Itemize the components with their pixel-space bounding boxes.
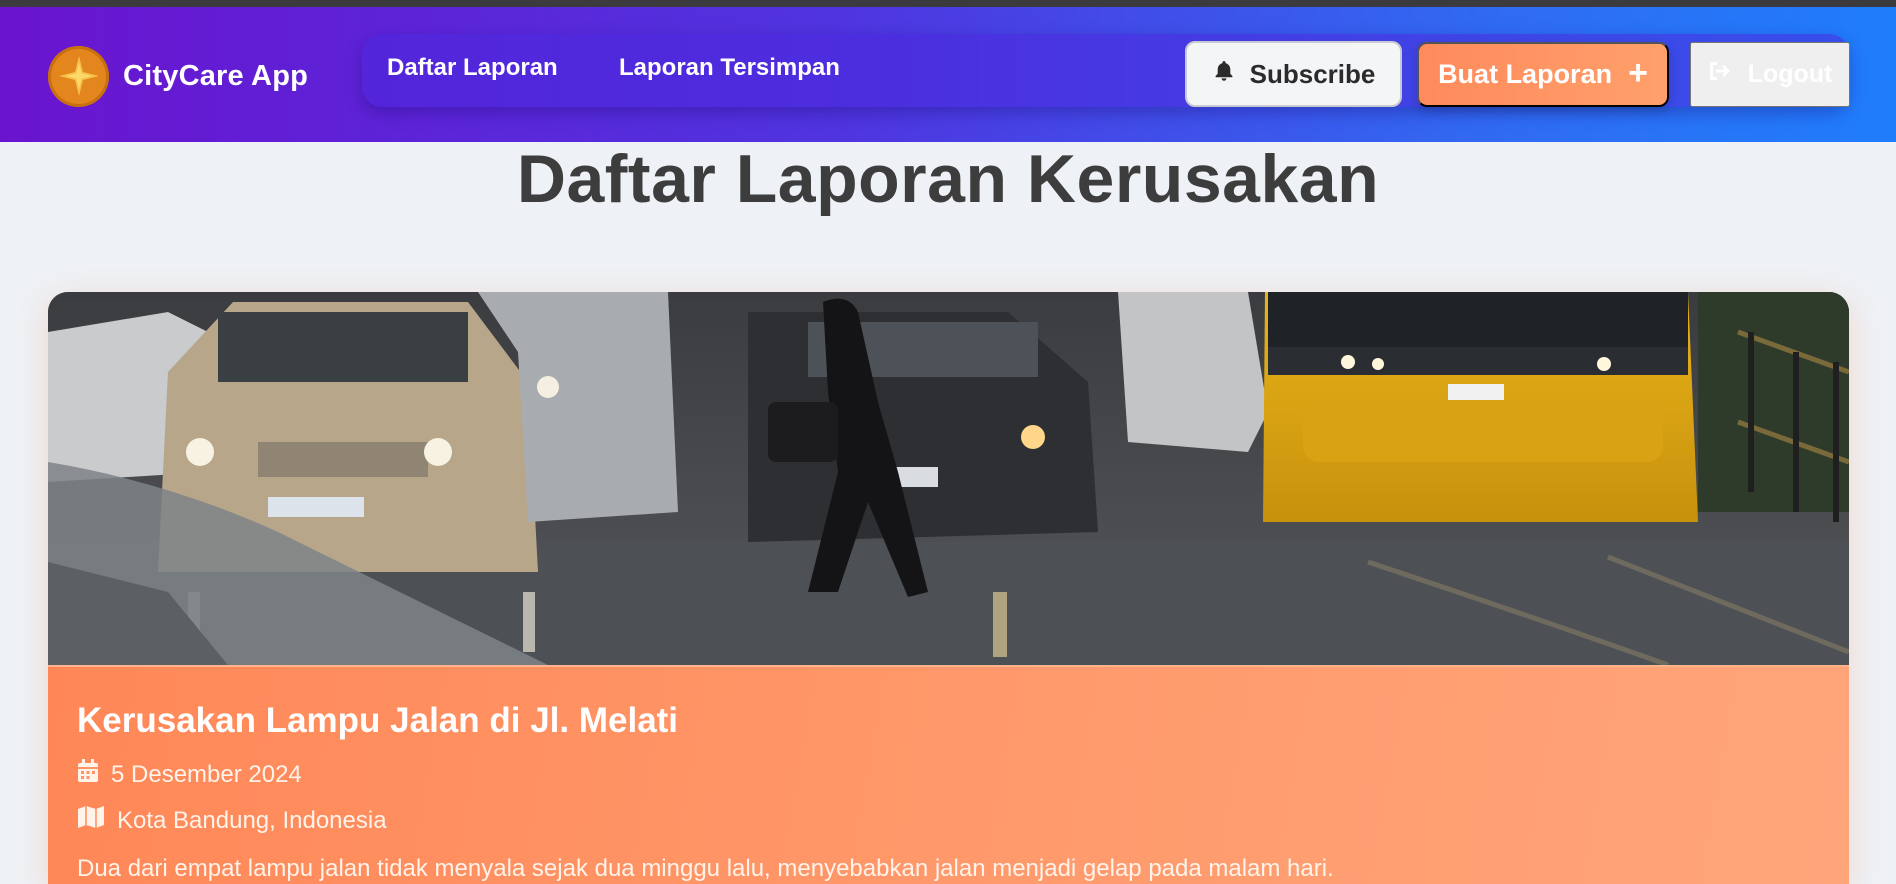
logout-label: Logout — [1747, 60, 1833, 88]
sign-out-icon — [1708, 59, 1734, 90]
create-report-label: Buat Laporan — [1438, 59, 1613, 89]
bell-icon — [1212, 59, 1236, 90]
subscribe-button[interactable]: Subscribe — [1185, 41, 1402, 107]
create-report-button[interactable]: Buat Laporan + — [1417, 42, 1669, 107]
plus-icon: + — [1628, 53, 1648, 92]
report-description: Dua dari empat lampu jalan tidak menyala… — [77, 855, 1334, 882]
report-title[interactable]: Kerusakan Lampu Jalan di Jl. Melati — [77, 701, 678, 741]
report-date-text: 5 Desember 2024 — [111, 760, 302, 788]
report-location: Kota Bandung, Indonesia — [77, 806, 387, 835]
brand-name: CityCare App — [123, 59, 309, 92]
calendar-icon — [77, 759, 99, 790]
compass-star-icon — [48, 45, 109, 107]
nav-link-laporan-tersimpan[interactable]: Laporan Tersimpan — [619, 54, 840, 82]
brand[interactable]: CityCare App — [48, 45, 308, 107]
report-card[interactable]: Kerusakan Lampu Jalan di Jl. Melati 5 De… — [48, 292, 1849, 884]
subscribe-label: Subscribe — [1249, 58, 1376, 89]
window-top-strip — [0, 0, 1896, 7]
nav-link-daftar-laporan[interactable]: Daftar Laporan — [387, 54, 558, 82]
report-card-body: Kerusakan Lampu Jalan di Jl. Melati 5 De… — [48, 665, 1849, 884]
report-date: 5 Desember 2024 — [77, 759, 302, 790]
report-image — [48, 292, 1849, 665]
page-title: Daftar Laporan Kerusakan — [516, 141, 1380, 217]
logout-button[interactable]: Logout — [1690, 42, 1850, 107]
report-location-text: Kota Bandung, Indonesia — [117, 806, 387, 834]
map-icon — [77, 806, 105, 835]
